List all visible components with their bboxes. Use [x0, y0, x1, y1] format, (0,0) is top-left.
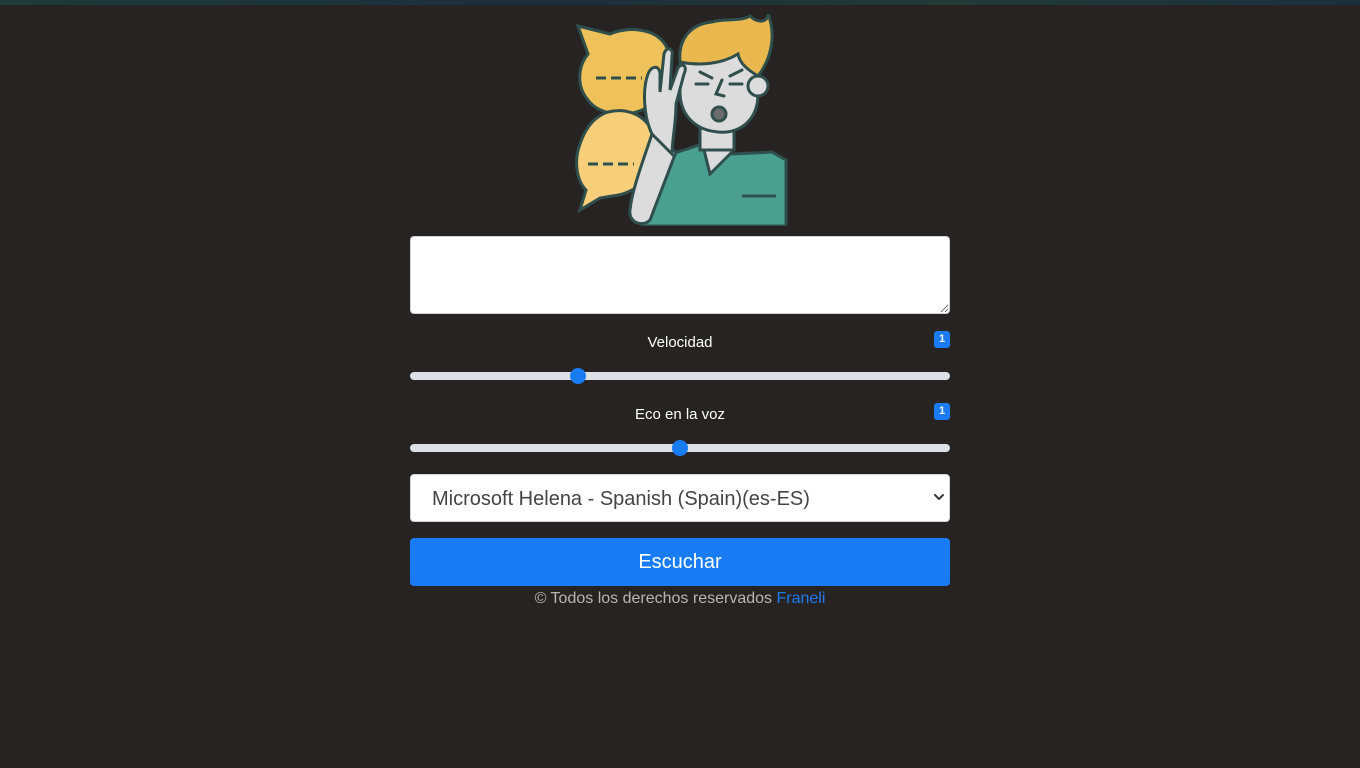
echo-slider-thumb[interactable] — [672, 440, 688, 456]
footer: © Todos los derechos reservados Franeli — [410, 590, 950, 608]
chevron-down-icon — [934, 494, 944, 500]
speed-value-badge: 1 — [934, 331, 950, 348]
author-link[interactable]: Franeli — [776, 590, 825, 607]
speed-control: Velocidad 1 — [410, 314, 950, 386]
echo-slider[interactable] — [410, 440, 950, 456]
voice-select[interactable]: Microsoft Helena - Spanish (Spain)(es-ES… — [410, 474, 950, 522]
echo-value-badge: 1 — [934, 403, 950, 420]
echo-label: Eco en la voz — [634, 406, 726, 423]
speed-slider[interactable] — [410, 368, 950, 384]
speed-label: Velocidad — [647, 334, 713, 351]
main-container: Velocidad 1 Eco en la voz 1 Microsoft He… — [410, 14, 950, 608]
listen-button[interactable]: Escuchar — [410, 538, 950, 586]
speed-slider-thumb[interactable] — [569, 368, 586, 384]
echo-control: Eco en la voz 1 — [410, 386, 950, 458]
copyright-text: © Todos los derechos reservados — [534, 590, 773, 607]
voice-select-value: Microsoft Helena - Spanish (Spain)(es-ES… — [432, 488, 810, 510]
listening-person-illustration — [575, 14, 788, 226]
top-strip — [0, 0, 1360, 5]
text-input[interactable] — [410, 236, 950, 314]
